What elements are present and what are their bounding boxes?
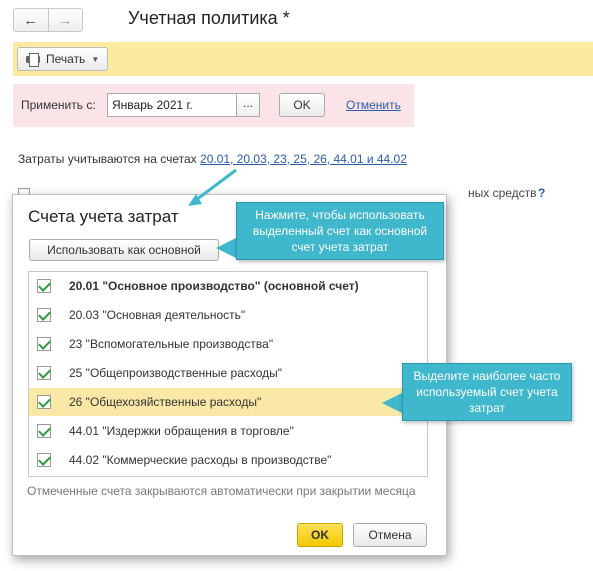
list-item-selected[interactable]: 26 "Общехозяйственные расходы" (29, 388, 427, 416)
apply-from-panel: Применить с: ... OK Отменить (13, 84, 414, 127)
forward-arrow-icon[interactable]: → (47, 9, 83, 31)
dropdown-caret-icon: ▼ (91, 54, 100, 64)
account-checkbox[interactable] (37, 424, 51, 438)
account-checkbox[interactable] (37, 279, 51, 293)
list-item[interactable]: 25 "Общепроизводственные расходы" (29, 359, 427, 387)
print-button[interactable]: Печать ▼ (17, 47, 109, 71)
dialog-title: Счета учета затрат (28, 207, 179, 226)
select-hint-callout: Выделите наиболее часто используемый сче… (402, 363, 572, 421)
cost-accounts-prefix: Затраты учитываются на счетах (18, 152, 201, 166)
list-item[interactable]: 20.01 "Основное производство" (основной … (29, 272, 427, 300)
dialog-footnote: Отмеченные счета закрываются автоматичес… (27, 484, 416, 498)
account-label: 20.03 "Основная деятельность" (69, 308, 246, 322)
cost-accounts-line: Затраты учитываются на счетах 20.01, 20.… (18, 152, 407, 166)
list-item[interactable]: 20.03 "Основная деятельность" (29, 301, 427, 329)
account-label: 44.02 "Коммерческие расходы в производст… (69, 453, 332, 467)
navigation-buttons: ← → (13, 8, 83, 32)
apply-ok-button[interactable]: OK (279, 93, 325, 117)
list-item[interactable]: 44.01 "Издержки обращения в торговле" (29, 417, 427, 445)
accounts-list: 20.01 "Основное производство" (основной … (28, 271, 428, 477)
background-option-text: ных средств (468, 186, 537, 200)
account-label: 25 "Общепроизводственные расходы" (69, 366, 283, 380)
printer-icon (26, 53, 40, 67)
date-select-button[interactable]: ... (236, 93, 260, 117)
account-checkbox[interactable] (37, 366, 51, 380)
use-main-hint-callout: Нажмите, чтобы использовать выделенный с… (236, 202, 444, 260)
apply-from-label: Применить с: (21, 98, 96, 112)
command-bar: Печать ▼ (13, 42, 593, 76)
account-checkbox[interactable] (37, 337, 51, 351)
account-checkbox[interactable] (37, 308, 51, 322)
back-arrow-icon[interactable]: ← (14, 9, 48, 31)
list-item[interactable]: 44.02 "Коммерческие расходы в производст… (29, 446, 427, 474)
apply-date-input[interactable] (107, 93, 237, 117)
help-icon[interactable]: ? (538, 186, 545, 200)
account-label: 26 "Общехозяйственные расходы" (69, 395, 262, 409)
account-checkbox[interactable] (37, 395, 51, 409)
use-as-main-button[interactable]: Использовать как основной (29, 239, 219, 261)
print-button-label: Печать (46, 52, 86, 66)
dialog-cancel-button[interactable]: Отмена (353, 523, 427, 547)
callout-pointer (382, 393, 402, 413)
account-label: 23 "Вспомогательные производства" (69, 337, 274, 351)
apply-cancel-link[interactable]: Отменить (346, 98, 401, 112)
dialog-ok-button[interactable]: OK (297, 523, 343, 547)
cost-accounts-link[interactable]: 20.01, 20.03, 23, 25, 26, 44.01 и 44.02 (200, 152, 407, 166)
page-title: Учетная политика * (128, 8, 290, 28)
list-item[interactable]: 23 "Вспомогательные производства" (29, 330, 427, 358)
account-checkbox[interactable] (37, 453, 51, 467)
callout-pointer (216, 238, 236, 258)
account-label: 20.01 "Основное производство" (основной … (69, 279, 359, 293)
account-label: 44.01 "Издержки обращения в торговле" (69, 424, 294, 438)
